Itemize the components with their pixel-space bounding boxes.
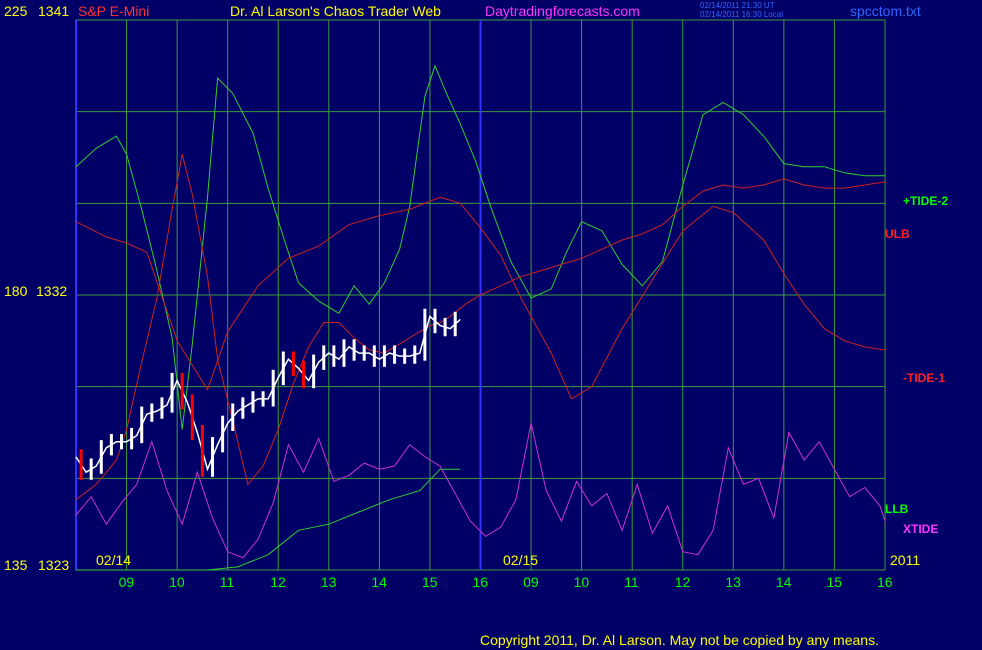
hour-tick-label: 13 <box>725 574 741 590</box>
tide2-label: +TIDE-2 <box>903 194 948 208</box>
xtide-label: XTIDE <box>903 522 938 536</box>
bottom-left-label: 135 <box>4 557 28 573</box>
ulb-label: ULB <box>885 227 910 241</box>
timestamp-local: 02/14/2011 16:30 Local <box>700 10 783 19</box>
hour-tick-label: 09 <box>523 574 539 590</box>
llb-label: LLB <box>885 502 909 516</box>
date-label-0214: 02/14 <box>96 552 131 568</box>
hour-tick-label: 09 <box>119 574 135 590</box>
date-label-0215: 02/15 <box>503 552 538 568</box>
symbol-label: S&P E-Mini <box>78 3 149 19</box>
site-label[interactable]: Daytradingforecasts.com <box>485 3 640 19</box>
hour-tick-label: 16 <box>473 574 489 590</box>
file-label: spcctom.txt <box>850 3 921 19</box>
year-label: 2011 <box>890 552 920 568</box>
hour-tick-label: 11 <box>624 574 639 590</box>
hour-tick-label: 10 <box>169 574 185 590</box>
hour-tick-label: 14 <box>776 574 792 590</box>
tide1-label: -TIDE-1 <box>903 371 945 385</box>
timestamp-ut: 02/14/2011 21:30 UT <box>700 1 775 10</box>
chaos-trader-chart: 225 1341 S&P E-Mini Dr. Al Larson's Chao… <box>4 1 948 648</box>
chart-title: Dr. Al Larson's Chaos Trader Web <box>230 3 441 19</box>
top-left-price: 1341 <box>38 3 69 19</box>
hour-tick-label: 13 <box>321 574 337 590</box>
hour-tick-label: 16 <box>877 574 893 590</box>
series-price <box>75 315 461 474</box>
hour-labels: 09 10 11 12 13 14 15 16 09 10 11 12 13 14 15 16 <box>119 574 893 590</box>
top-left-label: 225 <box>4 3 28 19</box>
mid-left-label: 180 <box>4 283 28 299</box>
hour-tick-label: 11 <box>220 574 235 590</box>
hour-tick-label: 15 <box>826 574 842 590</box>
bottom-left-price: 1323 <box>38 557 69 573</box>
copyright-notice: Copyright 2011, Dr. Al Larson. May not b… <box>480 632 879 648</box>
hour-tick-label: 14 <box>371 574 387 590</box>
series-llb <box>76 468 461 571</box>
hour-tick-label: 15 <box>422 574 438 590</box>
hour-tick-label: 12 <box>270 574 286 590</box>
hour-tick-label: 10 <box>574 574 590 590</box>
mid-left-price: 1332 <box>36 283 67 299</box>
hour-tick-label: 12 <box>675 574 691 590</box>
